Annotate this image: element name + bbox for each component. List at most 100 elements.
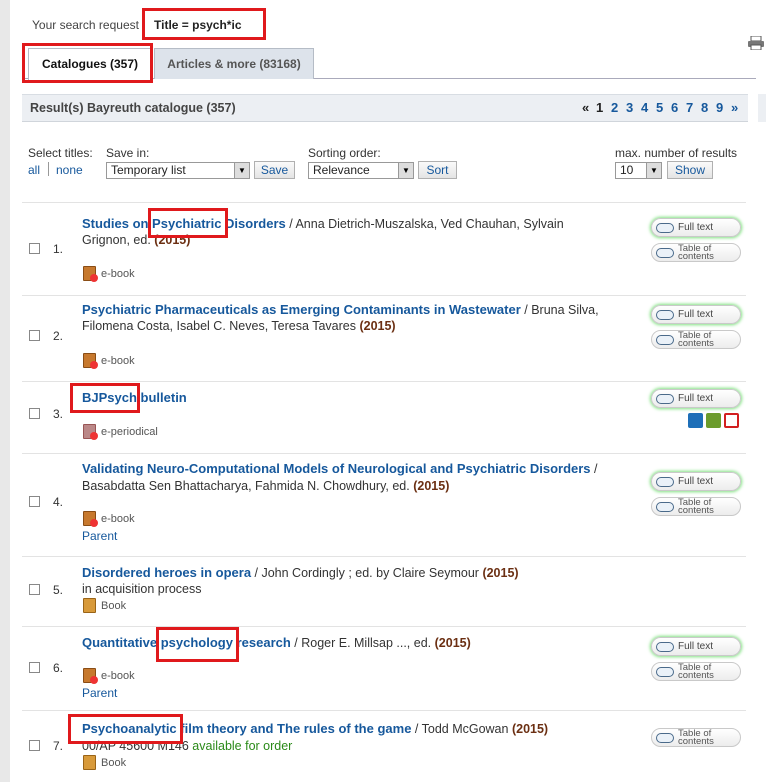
record-number: 1. <box>53 242 64 256</box>
ezb-access-icon[interactable] <box>688 413 703 428</box>
max-results-label: max. number of results <box>615 146 738 160</box>
max-results-value: 10 <box>620 163 634 177</box>
sorting-order-label: Sorting order: <box>308 146 381 160</box>
select-all-link[interactable]: all <box>28 163 40 177</box>
search-query: Title = psych*ic <box>154 18 242 32</box>
record-title[interactable]: Psychoanalytic film theory and The rules… <box>82 721 411 736</box>
select-titles-label: Select titles: <box>28 146 93 160</box>
copy-icon[interactable] <box>724 413 739 428</box>
page-8[interactable]: 8 <box>701 100 708 115</box>
full-text-button[interactable]: Full text <box>651 389 741 408</box>
pagination-first[interactable]: « <box>582 100 589 115</box>
record-title[interactable]: Studies on Psychiatric Disorders <box>82 216 286 231</box>
record-checkbox[interactable] <box>29 408 40 419</box>
toc-button[interactable]: Table of contents <box>651 728 741 747</box>
save-in-value: Temporary list <box>111 163 186 177</box>
record-authors: / Anna Dietrich-Muszalska, Ved Chauhan, … <box>285 217 564 231</box>
record-authors: / Bruna Silva, <box>520 303 599 317</box>
sort-button[interactable]: Sort <box>418 161 457 179</box>
page-7[interactable]: 7 <box>686 100 693 115</box>
call-number: 00/AP 45600 M146 <box>82 739 189 753</box>
record-checkbox[interactable] <box>29 662 40 673</box>
record-checkbox[interactable] <box>29 330 40 341</box>
divider <box>22 453 746 454</box>
record-authors: / Todd McGowan <box>411 722 509 736</box>
save-in-select[interactable]: Temporary list ▼ <box>106 162 250 179</box>
toc-label: Table of contents <box>678 243 714 262</box>
page-3[interactable]: 3 <box>626 100 633 115</box>
record-year: (2015) <box>154 233 191 247</box>
record-checkbox[interactable] <box>29 496 40 507</box>
tab-articles[interactable]: Articles & more (83168) <box>154 48 314 79</box>
record-number: 6. <box>53 661 64 675</box>
full-text-button[interactable]: Full text <box>651 472 741 491</box>
tab-catalogues[interactable]: Catalogues (357) <box>28 48 152 80</box>
parent-link[interactable]: Parent <box>82 686 117 700</box>
link-icon <box>656 477 674 487</box>
print-icon[interactable] <box>748 36 764 50</box>
chevron-down-icon: ▼ <box>234 163 249 178</box>
record-authors-cont: Filomena Costa, Isabel C. Neves, Teresa … <box>82 319 356 333</box>
full-text-label: Full text <box>678 393 714 404</box>
ebook-icon <box>83 266 98 282</box>
record-number: 7. <box>53 739 64 753</box>
page-4[interactable]: 4 <box>641 100 648 115</box>
record-type: e-book <box>101 670 135 682</box>
full-text-button[interactable]: Full text <box>651 218 741 237</box>
save-button[interactable]: Save <box>254 161 295 179</box>
record-type: e-book <box>101 513 135 525</box>
record-title[interactable]: Disordered heroes in opera <box>82 565 251 580</box>
book-icon <box>83 598 96 613</box>
record-checkbox[interactable] <box>29 740 40 751</box>
record-authors-cont: Grignon, ed. <box>82 233 151 247</box>
select-none-link[interactable]: none <box>56 163 83 177</box>
divider <box>22 202 746 203</box>
link-icon <box>656 223 674 233</box>
pagination-next[interactable]: » <box>731 100 738 115</box>
parent-link[interactable]: Parent <box>82 529 117 543</box>
full-text-button[interactable]: Full text <box>651 637 741 656</box>
record-title[interactable]: Validating Neuro-Computational Models of… <box>82 461 591 476</box>
full-text-label: Full text <box>678 309 714 320</box>
ebook-icon <box>83 353 98 369</box>
chevron-down-icon: ▼ <box>398 163 413 178</box>
record-number: 4. <box>53 495 64 509</box>
record-type: e-book <box>101 355 135 367</box>
show-button[interactable]: Show <box>667 161 713 179</box>
full-text-button[interactable]: Full text <box>651 305 741 324</box>
link-icon <box>656 642 674 652</box>
acquisition-status: in acquisition process <box>82 582 202 596</box>
chevron-down-icon: ▼ <box>646 163 661 178</box>
record-type: e-book <box>101 268 135 280</box>
sorting-select[interactable]: Relevance ▼ <box>308 162 414 179</box>
record-year: (2015) <box>482 566 519 580</box>
record-type: Book <box>101 757 127 769</box>
toc-button[interactable]: Table of contents <box>651 497 741 516</box>
book-icon <box>83 755 96 770</box>
record-authors: / Roger E. Millsap ..., ed. <box>290 636 432 650</box>
record-title[interactable]: BJPsych bulletin <box>82 390 187 405</box>
record-checkbox[interactable] <box>29 243 40 254</box>
page-2[interactable]: 2 <box>611 100 618 115</box>
record-title[interactable]: Psychiatric Pharmaceuticals as Emerging … <box>82 302 521 317</box>
page-9[interactable]: 9 <box>716 100 723 115</box>
max-results-select[interactable]: 10 ▼ <box>615 162 662 179</box>
toc-button[interactable]: Table of contents <box>651 330 741 349</box>
full-text-label: Full text <box>678 476 714 487</box>
page-5[interactable]: 5 <box>656 100 663 115</box>
page-1: 1 <box>596 100 604 115</box>
external-link-icon[interactable] <box>706 413 721 428</box>
link-icon <box>656 733 674 743</box>
full-text-label: Full text <box>678 641 714 652</box>
record-title[interactable]: Quantitative psychology research <box>82 635 291 650</box>
page-6[interactable]: 6 <box>671 100 678 115</box>
record-authors: / <box>590 462 598 476</box>
toc-button[interactable]: Table of contents <box>651 243 741 262</box>
toc-button[interactable]: Table of contents <box>651 662 741 681</box>
divider <box>22 626 746 627</box>
ebook-icon <box>83 668 98 684</box>
link-icon <box>656 310 674 320</box>
divider <box>22 295 746 296</box>
record-checkbox[interactable] <box>29 584 40 595</box>
ebook-icon <box>83 511 98 527</box>
